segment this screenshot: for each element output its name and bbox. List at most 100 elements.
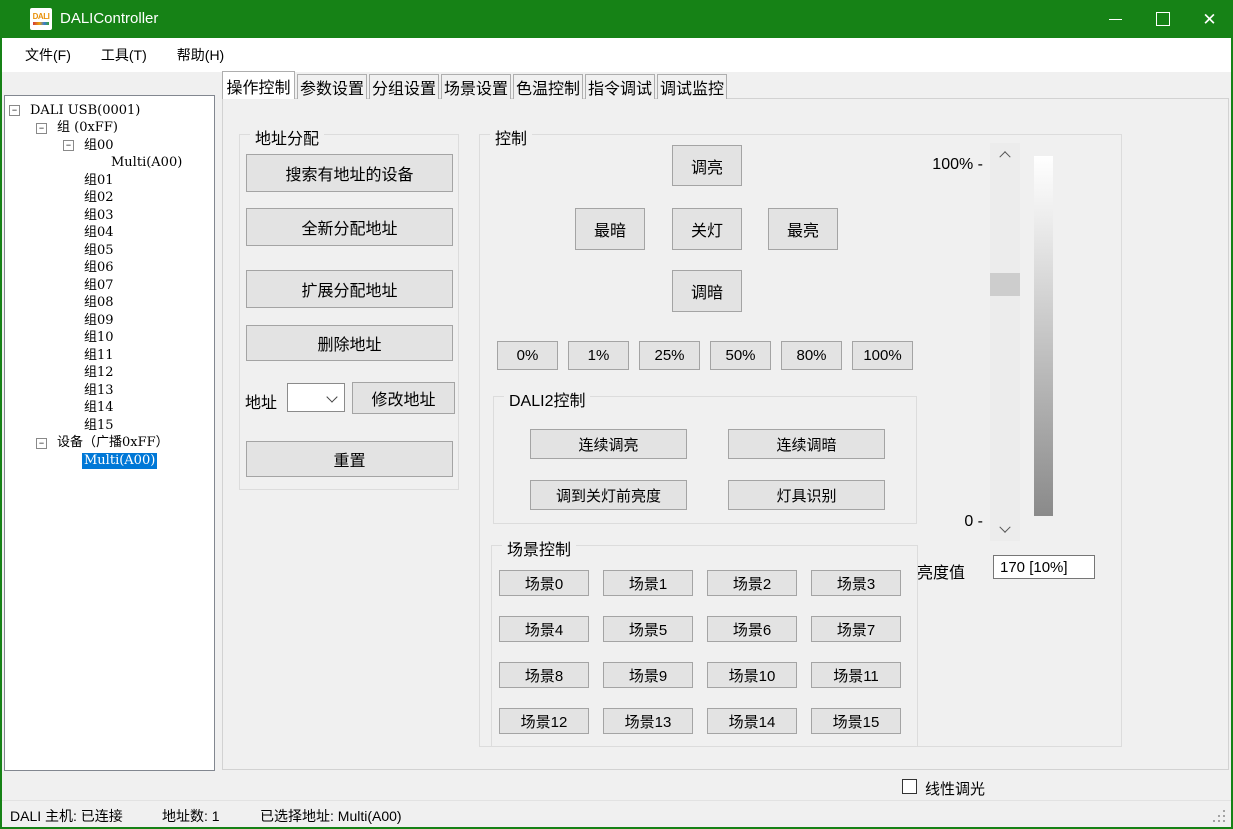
tree-item-7[interactable]: 组04 [5, 225, 214, 243]
percent-button-50pct[interactable]: 50% [710, 341, 771, 370]
tree-item-15[interactable]: 组12 [5, 365, 214, 383]
tree-item-label[interactable]: 组11 [82, 348, 116, 364]
tree-item-3[interactable]: Multi(A00) [5, 155, 214, 173]
tree-item-label[interactable]: 组01 [82, 173, 116, 189]
dali2-button-2[interactable]: 调到关灯前亮度 [530, 480, 687, 510]
lamp-off-button[interactable]: 关灯 [672, 208, 742, 250]
tab-5[interactable]: 指令调试 [585, 74, 655, 99]
tree-collapse-icon[interactable]: − [36, 123, 47, 134]
tree-item-6[interactable]: 组03 [5, 207, 214, 225]
reset-button[interactable]: 重置 [246, 441, 453, 477]
maximize-button[interactable] [1139, 0, 1186, 38]
resize-grip-icon[interactable] [1223, 820, 1225, 822]
linear-dimming-checkbox[interactable] [902, 779, 917, 794]
dali2-button-3[interactable]: 灯具识别 [728, 480, 885, 510]
tree-item-17[interactable]: 组14 [5, 400, 214, 418]
percent-button-100pct[interactable]: 100% [852, 341, 913, 370]
tree-item-label[interactable]: 组06 [82, 260, 116, 276]
scene-button-1[interactable]: 场景1 [603, 570, 693, 596]
tree-item-14[interactable]: 组11 [5, 347, 214, 365]
tree-item-label[interactable]: 组08 [82, 295, 116, 311]
scene-button-15[interactable]: 场景15 [811, 708, 901, 734]
scene-button-3[interactable]: 场景3 [811, 570, 901, 596]
scene-button-0[interactable]: 场景0 [499, 570, 589, 596]
address-button-0[interactable]: 搜索有地址的设备 [246, 154, 453, 192]
scene-button-4[interactable]: 场景4 [499, 616, 589, 642]
modify-address-button[interactable]: 修改地址 [352, 382, 455, 414]
scene-button-10[interactable]: 场景10 [707, 662, 797, 688]
dali2-button-1[interactable]: 连续调暗 [728, 429, 885, 459]
minimize-button[interactable] [1092, 0, 1139, 38]
address-button-3[interactable]: 删除地址 [246, 325, 453, 361]
scrollbar-thumb[interactable] [990, 273, 1020, 296]
scene-button-11[interactable]: 场景11 [811, 662, 901, 688]
scene-button-12[interactable]: 场景12 [499, 708, 589, 734]
percent-button-0pct[interactable]: 0% [497, 341, 558, 370]
tab-2[interactable]: 分组设置 [369, 74, 439, 99]
tree-item-label[interactable]: 设备（广播0xFF） [55, 435, 171, 451]
tree-item-4[interactable]: 组01 [5, 172, 214, 190]
tree-item-label[interactable]: 组05 [82, 243, 116, 259]
tree-item-label[interactable]: 组 (0xFF) [55, 120, 120, 136]
percent-button-25pct[interactable]: 25% [639, 341, 700, 370]
tab-4[interactable]: 色温控制 [513, 74, 583, 99]
tree-item-label[interactable]: 组15 [82, 418, 116, 434]
tree-item-label[interactable]: DALI USB(0001) [28, 103, 142, 119]
menu-item-2[interactable]: 帮助(H) [162, 38, 239, 72]
tree-item-20[interactable]: Multi(A00) [5, 452, 214, 470]
tree-item-19[interactable]: −设备（广播0xFF） [5, 435, 214, 453]
tree-item-0[interactable]: −DALI USB(0001) [5, 102, 214, 120]
close-button[interactable]: ✕ [1186, 0, 1233, 38]
scene-button-13[interactable]: 场景13 [603, 708, 693, 734]
tree-item-16[interactable]: 组13 [5, 382, 214, 400]
tree-collapse-icon[interactable]: − [36, 438, 47, 449]
tab-6[interactable]: 调试监控 [657, 74, 727, 99]
scene-button-2[interactable]: 场景2 [707, 570, 797, 596]
tree-item-5[interactable]: 组02 [5, 190, 214, 208]
scene-button-7[interactable]: 场景7 [811, 616, 901, 642]
brightness-value-field[interactable]: 170 [10%] [993, 555, 1095, 579]
tree-item-13[interactable]: 组10 [5, 330, 214, 348]
brighten-button[interactable]: 调亮 [672, 145, 742, 186]
tree-item-label[interactable]: 组10 [82, 330, 116, 346]
tree-item-label[interactable]: 组12 [82, 365, 116, 381]
address-combobox[interactable] [287, 383, 345, 412]
tree-item-label[interactable]: 组04 [82, 225, 116, 241]
scene-button-8[interactable]: 场景8 [499, 662, 589, 688]
tree-collapse-icon[interactable]: − [9, 105, 20, 116]
scene-button-5[interactable]: 场景5 [603, 616, 693, 642]
menu-item-1[interactable]: 工具(T) [86, 38, 162, 72]
percent-button-80pct[interactable]: 80% [781, 341, 842, 370]
scroll-up-button[interactable] [990, 145, 1020, 163]
tree-item-label[interactable]: 组02 [82, 190, 116, 206]
scene-button-14[interactable]: 场景14 [707, 708, 797, 734]
min-brightness-button[interactable]: 最暗 [575, 208, 645, 250]
tree-item-label[interactable]: 组03 [82, 208, 116, 224]
tree-item-label[interactable]: 组07 [82, 278, 116, 294]
tree-item-label[interactable]: Multi(A00) [109, 155, 184, 171]
address-button-1[interactable]: 全新分配地址 [246, 208, 453, 246]
tree-item-label[interactable]: 组13 [82, 383, 116, 399]
tree-item-8[interactable]: 组05 [5, 242, 214, 260]
tab-1[interactable]: 参数设置 [297, 74, 367, 99]
tree-item-label[interactable]: Multi(A00) [82, 453, 157, 469]
scroll-down-button[interactable] [990, 521, 1020, 539]
tree-item-12[interactable]: 组09 [5, 312, 214, 330]
percent-button-1pct[interactable]: 1% [568, 341, 629, 370]
tree-item-label[interactable]: 组00 [82, 138, 116, 154]
scene-button-6[interactable]: 场景6 [707, 616, 797, 642]
scene-button-9[interactable]: 场景9 [603, 662, 693, 688]
tab-3[interactable]: 场景设置 [441, 74, 511, 99]
tree-item-1[interactable]: −组 (0xFF) [5, 120, 214, 138]
brightness-scrollbar[interactable] [990, 143, 1020, 541]
tree-item-10[interactable]: 组07 [5, 277, 214, 295]
tree-item-label[interactable]: 组14 [82, 400, 116, 416]
dali2-button-0[interactable]: 连续调亮 [530, 429, 687, 459]
tree-collapse-icon[interactable]: − [63, 140, 74, 151]
tree-item-label[interactable]: 组09 [82, 313, 116, 329]
address-button-2[interactable]: 扩展分配地址 [246, 270, 453, 308]
menu-item-0[interactable]: 文件(F) [10, 38, 86, 72]
dim-button[interactable]: 调暗 [672, 270, 742, 312]
max-brightness-button[interactable]: 最亮 [768, 208, 838, 250]
tab-0[interactable]: 操作控制 [222, 71, 295, 99]
